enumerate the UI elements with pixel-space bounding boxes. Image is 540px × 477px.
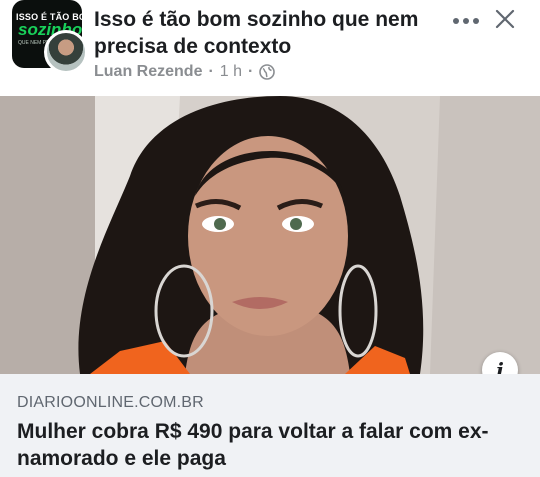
author-name[interactable]: Luan Rezende (94, 63, 202, 81)
globe-icon (259, 64, 276, 80)
post-title[interactable]: Isso é tão bom sozinho que nem precisa d… (94, 6, 424, 60)
link-domain: DIARIOONLINE.COM.BR (17, 394, 204, 411)
portrait-photo (0, 96, 540, 374)
post-header: ISSO É TÃO BOM sozinho QUE NEM PRECISA I… (0, 0, 540, 96)
link-preview-card[interactable]: DIARIOONLINE.COM.BR Mulher cobra R$ 490 … (0, 374, 540, 477)
link-headline[interactable]: Mulher cobra R$ 490 para voltar a falar … (17, 418, 522, 472)
link-preview-image[interactable] (0, 96, 540, 374)
author-avatar[interactable] (44, 30, 88, 74)
post-time[interactable]: 1 h (220, 63, 242, 81)
meta-separator: · (208, 63, 214, 80)
more-options-icon[interactable] (452, 14, 480, 28)
meta-separator: · (248, 63, 254, 80)
close-icon[interactable] (494, 8, 516, 30)
post-meta: Luan Rezende · 1 h · (94, 62, 276, 82)
